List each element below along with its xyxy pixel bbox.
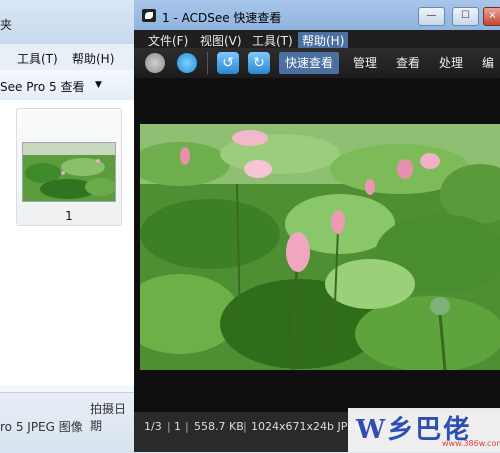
image-viewer[interactable] <box>134 78 500 412</box>
forward-arrow-icon[interactable] <box>177 53 197 73</box>
tab-manage[interactable]: 管理 <box>353 52 377 74</box>
menu-file[interactable]: 文件(F) <box>148 32 188 49</box>
menu-help[interactable]: 帮助(H) <box>298 32 349 49</box>
explorer-window: 夹 工具(T) 帮助(H) See Pro 5 查看 ▼ 1 拍摄日期 ro 5… <box>0 0 134 453</box>
file-type-label: ro 5 JPEG 图像 <box>0 420 83 434</box>
explorer-menu-tools[interactable]: 工具(T) <box>17 50 58 67</box>
tab-process[interactable]: 处理 <box>439 52 463 74</box>
lotus-photo <box>140 124 500 370</box>
maximize-button[interactable]: ☐ <box>452 7 479 26</box>
thumbnail-label: 1 <box>65 209 73 223</box>
thumbnail-image <box>22 142 116 202</box>
explorer-details-pane: 拍摄日期 ro 5 JPEG 图像 <box>0 392 134 453</box>
status-separator: | <box>185 420 189 433</box>
chevron-down-icon[interactable]: ▼ <box>95 80 102 90</box>
explorer-header: 夹 <box>0 0 134 44</box>
explorer-menu-help[interactable]: 帮助(H) <box>72 50 114 67</box>
toolbar: ↺ ↻ 快速查看 管理 查看 处理 编辑 <box>134 48 500 92</box>
file-thumbnail-item[interactable]: 1 <box>16 108 122 226</box>
acdsee-app-icon <box>142 9 156 22</box>
close-button[interactable]: × <box>483 7 500 26</box>
status-index: 1/3 <box>144 420 162 433</box>
menu-view[interactable]: 视图(V) <box>200 32 242 49</box>
menu-tools[interactable]: 工具(T) <box>252 32 293 49</box>
acdsee-titlebar[interactable]: 1 - ACDSee 快速查看 — ☐ × <box>134 0 500 30</box>
breadcrumb-text: See Pro 5 查看 <box>0 80 85 94</box>
status-dimensions: 1024x671x24b JPEG <box>251 420 363 433</box>
watermark-url: www.386w.com <box>442 439 500 448</box>
status-separator: | <box>243 420 247 433</box>
minimize-button[interactable]: — <box>418 7 445 26</box>
status-filename: 1 <box>174 420 181 433</box>
back-arrow-icon[interactable] <box>145 53 165 73</box>
tab-view[interactable]: 查看 <box>396 52 420 74</box>
toolbar-divider <box>207 52 208 74</box>
status-separator: | <box>167 420 171 433</box>
tab-edit[interactable]: 编辑 <box>482 52 500 92</box>
watermark: W乡巴佬 www.386w.com <box>348 408 500 452</box>
explorer-title: 夹 <box>0 18 13 32</box>
breadcrumb[interactable]: See Pro 5 查看 ▼ <box>0 70 134 101</box>
tab-quick-view[interactable]: 快速查看 <box>279 52 340 74</box>
rotate-left-icon[interactable]: ↺ <box>217 52 239 74</box>
explorer-menu-bar: 工具(T) 帮助(H) <box>0 44 134 71</box>
window-title: 1 - ACDSee 快速查看 <box>162 11 282 25</box>
menu-bar: 文件(F) 视图(V) 工具(T) 帮助(H) <box>134 30 500 49</box>
rotate-right-icon[interactable]: ↻ <box>248 52 270 74</box>
acdsee-window: 1 - ACDSee 快速查看 — ☐ × 文件(F) 视图(V) 工具(T) … <box>134 0 500 452</box>
date-taken-label: 拍摄日期 <box>90 402 127 433</box>
status-filesize: 558.7 KB <box>194 420 244 433</box>
